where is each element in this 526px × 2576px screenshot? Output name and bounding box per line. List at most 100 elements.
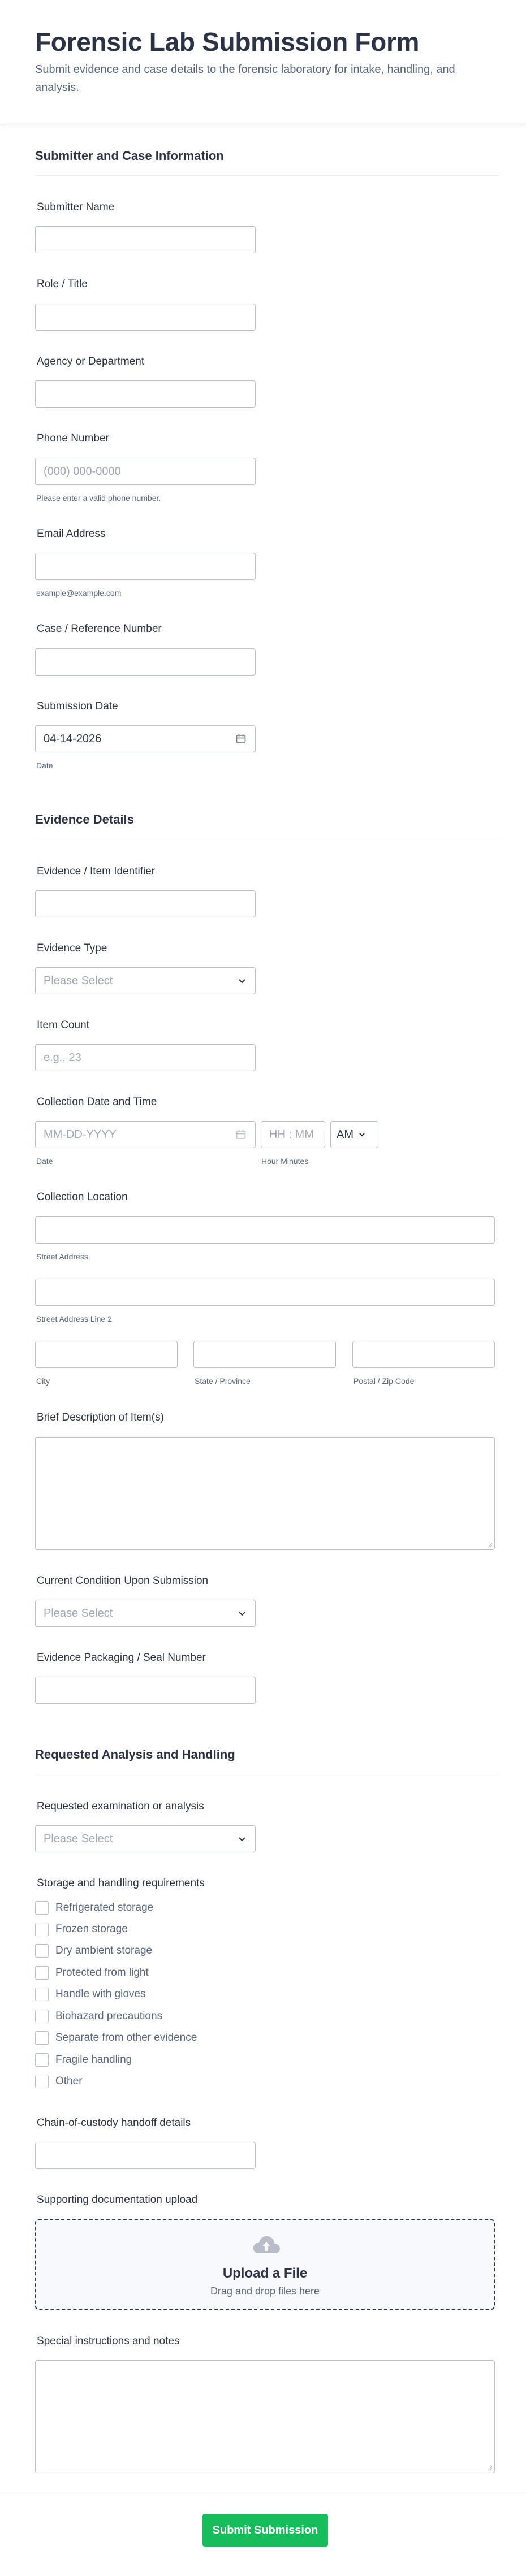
label-email: Email Address [37, 528, 106, 540]
section-title-submitter: Submitter and Case Information [35, 149, 224, 163]
label-description: Brief Description of Item(s) [37, 1412, 164, 1423]
submission-date-input[interactable] [35, 725, 256, 752]
label-custody: Chain-of-custody handoff details [37, 2117, 191, 2129]
item-id-input[interactable] [35, 890, 256, 917]
condition-select[interactable]: Please Select [35, 1600, 256, 1627]
case-ref-input[interactable] [35, 648, 256, 676]
zip-sublabel: Postal / Zip Code [353, 1376, 415, 1386]
email-input[interactable] [35, 553, 256, 580]
custody-input[interactable] [35, 2142, 256, 2169]
upload-subtitle: Drag and drop files here [210, 2285, 320, 2297]
chevron-down-icon [239, 1837, 245, 1842]
section-divider [35, 175, 499, 176]
checkbox-option[interactable]: Frozen storage [35, 1921, 128, 1937]
state-sublabel: State / Province [195, 1376, 251, 1386]
label-storage: Storage and handling requirements [37, 1877, 205, 1889]
checkbox-label: Protected from light [55, 1967, 149, 1978]
label-collection-dt: Collection Date and Time [37, 1096, 157, 1108]
evidence-type-selected: Please Select [44, 974, 113, 987]
chevron-down-icon [239, 1612, 245, 1616]
phone-input[interactable] [35, 458, 256, 485]
checkbox-label: Other [55, 2075, 83, 2087]
street-address-sublabel: Street Address [36, 1252, 88, 1261]
checkbox[interactable] [35, 2010, 49, 2023]
label-evidence-type: Evidence Type [37, 942, 107, 954]
upload-title: Upload a File [222, 2266, 308, 2281]
email-sublabel: example@example.com [36, 588, 122, 598]
ampm-select[interactable]: AM [330, 1121, 378, 1148]
checkbox-option[interactable]: Handle with gloves [35, 1986, 145, 2002]
checkbox-label: Biohazard precautions [55, 2010, 163, 2022]
label-item-id: Evidence / Item Identifier [37, 865, 156, 877]
label-packaging: Evidence Packaging / Seal Number [37, 1652, 206, 1664]
checkbox-label: Refrigerated storage [55, 1902, 154, 1913]
section-title-evidence: Evidence Details [35, 812, 134, 826]
checkbox[interactable] [35, 1923, 49, 1936]
checkbox[interactable] [35, 1944, 49, 1958]
phone-sublabel: Please enter a valid phone number. [36, 493, 161, 503]
description-textarea[interactable] [35, 1437, 495, 1550]
checkbox-option[interactable]: Other [35, 2073, 83, 2089]
submitter-name-input[interactable] [35, 226, 256, 253]
checkbox[interactable] [35, 2075, 49, 2088]
checkbox[interactable] [35, 1901, 49, 1915]
evidence-type-select[interactable]: Please Select [35, 967, 256, 994]
resize-grip-icon[interactable] [487, 1542, 493, 1548]
label-collection-location: Collection Location [37, 1191, 128, 1203]
street-address-2-sublabel: Street Address Line 2 [36, 1314, 112, 1323]
ampm-selected: AM [337, 1128, 353, 1141]
checkbox-label: Fragile handling [55, 2054, 132, 2066]
checkbox-option[interactable]: Dry ambient storage [35, 1943, 152, 1959]
label-submitter-name: Submitter Name [37, 201, 115, 213]
label-item-count: Item Count [37, 1019, 89, 1031]
checkbox-label: Handle with gloves [55, 1988, 146, 2000]
zip-input[interactable] [352, 1341, 495, 1368]
checkbox[interactable] [35, 1988, 49, 2001]
packaging-input[interactable] [35, 1677, 256, 1704]
label-upload: Supporting documentation upload [37, 2194, 198, 2206]
checkbox-label: Frozen storage [55, 1923, 128, 1935]
chevron-down-icon [239, 979, 245, 984]
chevron-down-icon [359, 1133, 365, 1137]
condition-selected: Please Select [44, 1607, 113, 1620]
label-case-ref: Case / Reference Number [37, 623, 162, 635]
city-sublabel: City [36, 1376, 50, 1386]
label-submission-date: Submission Date [37, 700, 118, 712]
label-agency: Agency or Department [37, 356, 145, 367]
checkbox-label: Separate from other evidence [55, 2032, 197, 2044]
street-address-2-input[interactable] [35, 1279, 495, 1306]
item-count-input[interactable] [35, 1044, 256, 1071]
label-condition: Current Condition Upon Submission [37, 1575, 209, 1587]
resize-grip-icon[interactable] [487, 2465, 493, 2471]
exam-select[interactable]: Please Select [35, 1825, 256, 1852]
exam-selected: Please Select [44, 1832, 113, 1845]
checkbox[interactable] [35, 2031, 49, 2045]
street-address-input[interactable] [35, 1216, 495, 1244]
role-title-input[interactable] [35, 304, 256, 331]
state-input[interactable] [193, 1341, 336, 1368]
checkbox-option[interactable]: Refrigerated storage [35, 1900, 153, 1916]
checkbox[interactable] [35, 1966, 49, 1980]
submit-button[interactable]: Submit Submission [202, 2514, 328, 2547]
submission-date-sublabel: Date [36, 761, 53, 770]
label-instructions: Special instructions and notes [37, 2335, 180, 2347]
checkbox[interactable] [35, 2053, 49, 2067]
city-input[interactable] [35, 1341, 178, 1368]
checkbox-option[interactable]: Biohazard precautions [35, 2008, 162, 2024]
checkbox-option[interactable]: Fragile handling [35, 2052, 132, 2068]
collection-time-sublabel: Hour Minutes [261, 1157, 309, 1166]
calendar-icon[interactable] [235, 1129, 247, 1140]
label-exam: Requested examination or analysis [37, 1800, 204, 1812]
form-subtitle: Submit evidence and case details to the … [35, 63, 455, 94]
label-role-title: Role / Title [37, 278, 88, 290]
collection-date-input[interactable] [35, 1121, 256, 1148]
cloud-upload-icon [253, 2236, 280, 2253]
file-upload-dropzone[interactable]: Upload a File Drag and drop files here [35, 2219, 495, 2310]
collection-date-sublabel: Date [36, 1157, 53, 1166]
calendar-icon[interactable] [235, 733, 247, 744]
checkbox-option[interactable]: Protected from light [35, 1965, 149, 1981]
collection-time-input[interactable] [261, 1121, 325, 1148]
checkbox-option[interactable]: Separate from other evidence [35, 2030, 197, 2046]
agency-input[interactable] [35, 380, 256, 408]
instructions-textarea[interactable] [35, 2360, 495, 2473]
